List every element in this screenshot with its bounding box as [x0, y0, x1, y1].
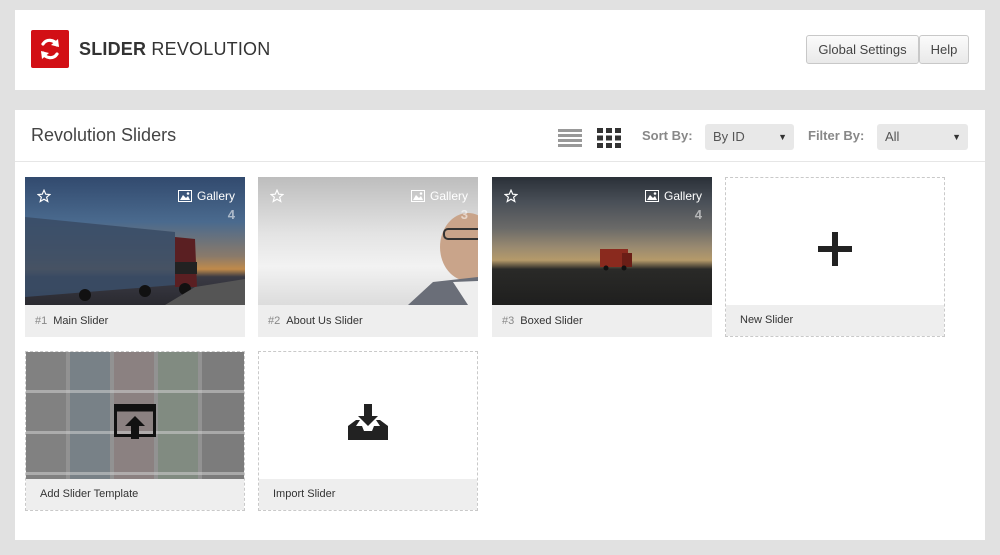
slider-card[interactable]: Gallery 4 #3 Boxed Slider — [492, 177, 712, 337]
slider-name[interactable]: Main Slider — [53, 315, 108, 327]
import-slider-label: Import Slider — [259, 479, 477, 510]
brand-title-bold: SLIDER — [79, 39, 147, 59]
refresh-icon — [41, 38, 59, 60]
slide-count: 4 — [694, 207, 702, 222]
sort-by-select[interactable]: By ID ▼ — [705, 124, 794, 150]
brand-title-light: REVOLUTION — [151, 39, 271, 59]
brand-title: SLIDER REVOLUTION — [79, 39, 270, 60]
slider-card-footer: #2 About Us Slider — [258, 305, 478, 337]
sort-by-value: By ID — [713, 129, 745, 144]
slider-id: #1 — [35, 315, 48, 327]
image-icon — [644, 190, 659, 202]
slider-revolution-logo — [31, 30, 69, 68]
new-slider-card[interactable]: New Slider — [725, 177, 945, 337]
template-upload-icon — [114, 404, 156, 439]
global-settings-button[interactable]: Global Settings — [806, 35, 919, 64]
slider-id: #2 — [268, 315, 281, 327]
import-slider-card[interactable]: Import Slider — [258, 351, 478, 511]
filter-by-value: All — [885, 129, 900, 144]
plus-icon — [818, 232, 852, 266]
slider-card-footer: #3 Boxed Slider — [492, 305, 712, 337]
grid-view-icon[interactable] — [597, 128, 621, 148]
slider-type: Gallery — [644, 189, 702, 203]
header-divider — [15, 161, 985, 162]
slider-thumbnail[interactable]: Gallery 3 — [258, 177, 478, 305]
slider-type-label: Gallery — [429, 189, 468, 203]
slider-card-footer: #1 Main Slider — [25, 305, 245, 337]
slider-id: #3 — [502, 315, 515, 327]
chevron-down-icon: ▼ — [778, 132, 787, 142]
slider-name[interactable]: Boxed Slider — [520, 315, 582, 327]
slider-card[interactable]: Gallery 3 #2 About Us Slider — [258, 177, 478, 337]
filter-by-label: Filter By: — [808, 128, 865, 143]
slider-type-label: Gallery — [663, 189, 702, 203]
star-icon[interactable] — [270, 189, 284, 203]
add-slider-template-card[interactable]: Add Slider Template — [25, 351, 245, 511]
slider-thumbnail[interactable]: Gallery 4 — [25, 177, 245, 305]
sort-by-label: Sort By: — [642, 128, 693, 143]
slider-type: Gallery — [410, 189, 468, 203]
star-icon[interactable] — [504, 189, 518, 203]
page-title: Revolution Sliders — [31, 125, 177, 145]
image-icon — [410, 190, 425, 202]
header-panel: SLIDER REVOLUTION Global Settings Help — [15, 10, 985, 90]
list-view-icon[interactable] — [558, 129, 582, 147]
slider-card[interactable]: Gallery 4 #1 Main Slider — [25, 177, 245, 337]
new-slider-label: New Slider — [726, 305, 944, 336]
image-icon — [177, 190, 192, 202]
slide-count: 4 — [227, 207, 235, 222]
download-tray-icon — [348, 404, 388, 440]
slider-type-label: Gallery — [196, 189, 235, 203]
help-button[interactable]: Help — [919, 35, 969, 64]
sliders-panel: Revolution Sliders Sort By: By ID ▼ Filt… — [15, 110, 985, 540]
slide-count: 3 — [460, 207, 468, 222]
filter-by-select[interactable]: All ▼ — [877, 124, 968, 150]
slider-name[interactable]: About Us Slider — [286, 315, 362, 327]
chevron-down-icon: ▼ — [952, 132, 961, 142]
add-slider-template-label: Add Slider Template — [26, 479, 244, 510]
star-icon[interactable] — [37, 189, 51, 203]
slider-type: Gallery — [177, 189, 235, 203]
slider-thumbnail[interactable]: Gallery 4 — [492, 177, 712, 305]
